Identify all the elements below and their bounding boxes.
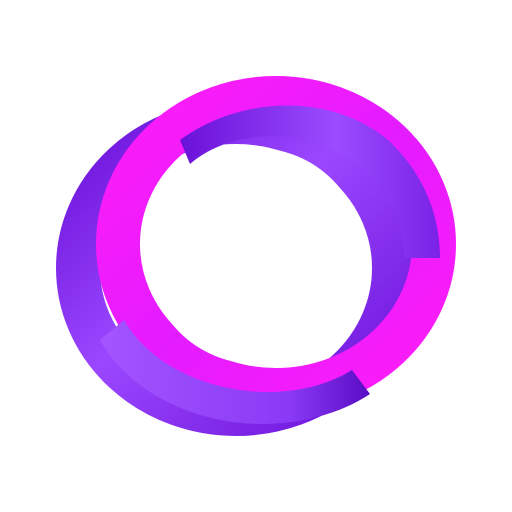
inner-hole — [148, 148, 364, 364]
interlocking-rings-logo-icon — [56, 76, 456, 436]
app-icon-canvas — [0, 0, 512, 512]
